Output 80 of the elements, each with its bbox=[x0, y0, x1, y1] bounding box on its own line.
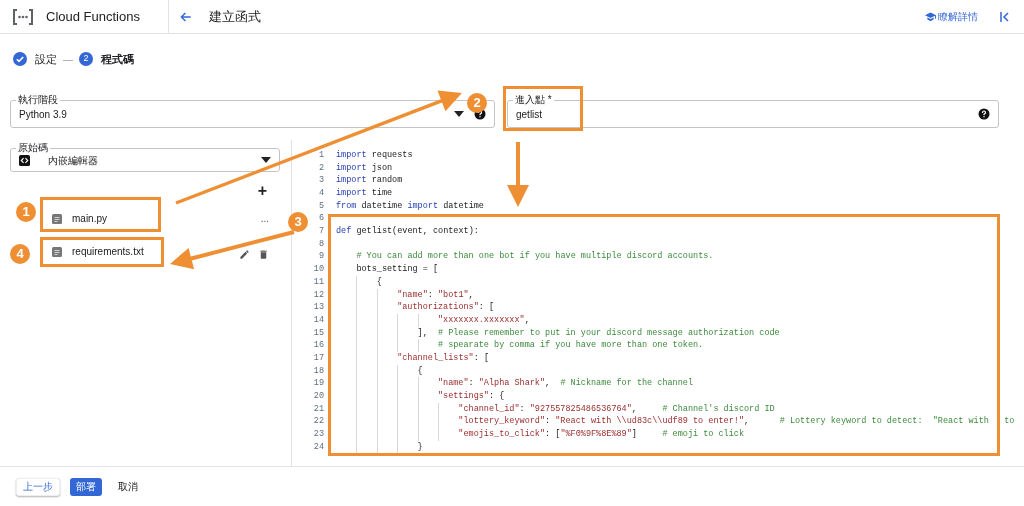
functions-logo-icon bbox=[12, 8, 34, 25]
step-number: 2 bbox=[79, 52, 93, 66]
code-line: import json bbox=[336, 161, 393, 175]
field-label: 執行階段 bbox=[16, 95, 60, 105]
line-number: 18 bbox=[313, 364, 324, 378]
line-number: 17 bbox=[313, 351, 324, 365]
add-file-button[interactable]: + bbox=[257, 183, 267, 199]
file-item[interactable]: main.py bbox=[52, 211, 107, 226]
code-line: "name": "Alpha Shark", # Nickname for the channel bbox=[437, 377, 693, 391]
step[interactable]: 設定 bbox=[13, 50, 57, 68]
file-icon bbox=[52, 246, 62, 257]
code-line: from datetime import datetime bbox=[336, 199, 484, 213]
dropdown-caret-icon bbox=[261, 157, 271, 163]
code-line: "name": "bot1", bbox=[397, 288, 474, 302]
step-separator: — bbox=[63, 52, 73, 67]
code-line: import requests bbox=[336, 149, 413, 162]
code-line: "authorizations": [ bbox=[397, 301, 495, 314]
callout-number: 3 bbox=[288, 212, 308, 232]
annotation-arrow bbox=[507, 142, 529, 207]
code-line: "xxxxxxx.xxxxxxx", bbox=[437, 313, 530, 327]
code-line: "settings": { bbox=[437, 390, 505, 403]
footer-button[interactable]: 上一步 bbox=[16, 477, 60, 496]
line-number: 13 bbox=[313, 301, 324, 314]
footer-button[interactable]: 部署 bbox=[70, 477, 102, 496]
callout-number: 2 bbox=[467, 93, 487, 113]
school-icon bbox=[925, 11, 936, 22]
code-line: } bbox=[417, 440, 423, 454]
field-label: 進入點 * bbox=[513, 95, 554, 105]
line-number: 21 bbox=[313, 402, 324, 416]
product-name: Cloud Functions bbox=[46, 7, 141, 26]
edit-icon[interactable] bbox=[239, 249, 250, 260]
code-line: # spearate by comma if you have more than one token. bbox=[437, 339, 704, 352]
code-line: ], # Please remember to put in your discord message authorization code bbox=[417, 326, 780, 340]
code-line: "channel_id": "927557825486536764", # Channel's discord ID bbox=[458, 402, 775, 416]
page-title: 建立函式 bbox=[209, 7, 261, 26]
callout-number: 4 bbox=[10, 244, 30, 264]
more-button[interactable]: ... bbox=[260, 211, 269, 226]
code-line: import time bbox=[336, 187, 393, 200]
line-number: 1 bbox=[318, 148, 324, 162]
code-line: { bbox=[417, 364, 423, 378]
line-number: 6 bbox=[318, 212, 324, 226]
line-number: 16 bbox=[313, 339, 324, 353]
line-number: 14 bbox=[313, 313, 324, 327]
learn-more-link[interactable]: 瞭解詳情 bbox=[925, 9, 978, 24]
code-line: import random bbox=[336, 174, 403, 188]
field-label: 原始碼 bbox=[16, 143, 50, 153]
line-number: 4 bbox=[318, 187, 324, 200]
delete-icon[interactable] bbox=[258, 249, 269, 260]
line-number: 19 bbox=[313, 377, 324, 391]
line-number: 22 bbox=[313, 415, 324, 429]
line-number: 8 bbox=[318, 237, 324, 251]
line-number: 11 bbox=[313, 275, 324, 289]
line-number: 3 bbox=[318, 174, 324, 188]
line-number: 23 bbox=[313, 428, 324, 441]
collapse-icon[interactable] bbox=[1000, 11, 1010, 22]
line-number: 12 bbox=[313, 288, 324, 302]
code-line: def getlist(event, context): bbox=[336, 225, 479, 238]
code-line: { bbox=[376, 275, 382, 289]
code-line: bots_setting = [ bbox=[356, 263, 438, 276]
code-line: # You can add more than one bot if you have multiple discord accounts. bbox=[356, 250, 714, 264]
line-number: 7 bbox=[318, 225, 324, 238]
file-icon bbox=[52, 213, 62, 224]
line-number: 9 bbox=[318, 250, 324, 264]
dropdown-caret-icon bbox=[454, 111, 464, 117]
help-icon[interactable] bbox=[978, 108, 990, 120]
code-line: "emojis_to_click": ["%F0%9F%8E%89"] # emoji to click bbox=[458, 428, 745, 441]
code-icon bbox=[19, 154, 30, 166]
step[interactable]: 2 程式碼 bbox=[79, 50, 134, 68]
code-line: "channel_lists": [ bbox=[397, 352, 489, 365]
line-number: 2 bbox=[318, 161, 324, 175]
line-number: 15 bbox=[313, 326, 324, 340]
check-circle-icon bbox=[13, 52, 27, 66]
code-line: "lottery_keyword": "React with \\ud83c\\udf89 to enter!", # Lottery keyword to detect: "React with to bbox=[458, 415, 1015, 429]
footer-button[interactable]: 取消 bbox=[112, 477, 144, 496]
line-number: 20 bbox=[313, 390, 324, 403]
line-number: 24 bbox=[313, 440, 324, 454]
file-item[interactable]: requirements.txt bbox=[52, 244, 144, 259]
line-number: 10 bbox=[313, 263, 324, 276]
line-number: 5 bbox=[318, 199, 324, 213]
callout-number: 1 bbox=[16, 202, 36, 222]
